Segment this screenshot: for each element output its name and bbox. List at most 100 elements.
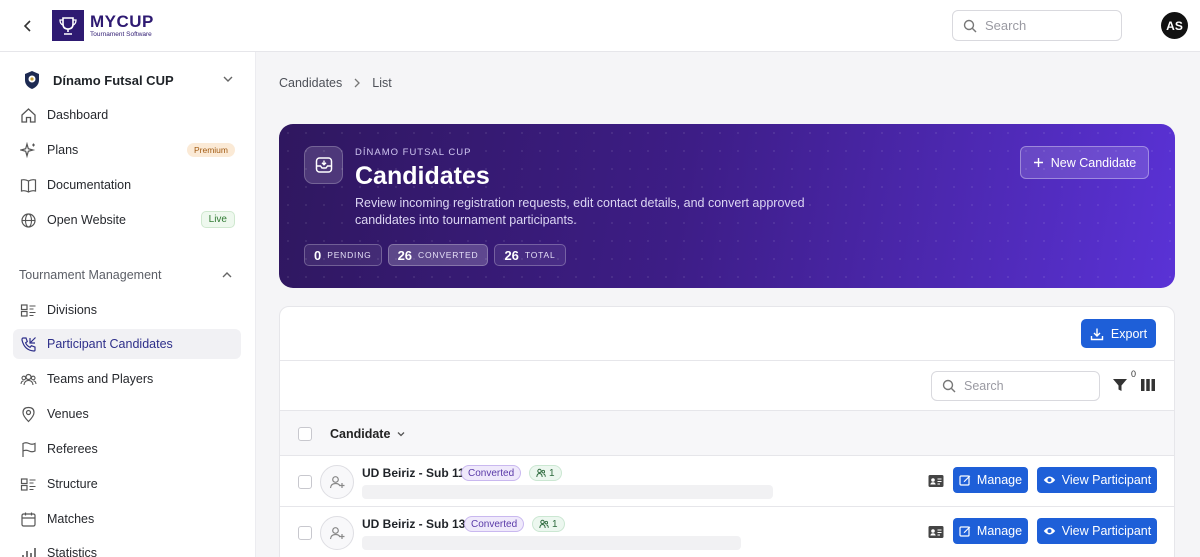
participant-count-badge: 1 — [529, 465, 562, 481]
back-button[interactable] — [16, 14, 40, 38]
participant-count: 1 — [549, 467, 555, 479]
stat-label: TOTAL — [524, 250, 556, 260]
page-title: Candidates — [355, 162, 490, 190]
stat-total: 26 TOTAL — [494, 244, 566, 266]
sidebar-item-open-website[interactable]: Open Website Live — [13, 205, 241, 235]
user-plus-icon — [320, 516, 354, 550]
sidebar-item-plans[interactable]: Plans Premium — [13, 135, 241, 165]
candidate-name[interactable]: UD Beiriz - Sub 13 — [362, 517, 465, 531]
table-row: UD Beiriz - Sub 13 Converted 1 Manage Vi… — [280, 507, 1174, 557]
sidebar-item-structure[interactable]: Structure — [13, 469, 241, 499]
sidebar-item-teams-and-players[interactable]: Teams and Players — [13, 364, 241, 394]
candidates-card: Export 0 Candidate UD Beiriz - Sub 11 Co… — [279, 306, 1175, 557]
stat-converted: 26 CONVERTED — [387, 244, 489, 266]
stat-label: PENDING — [327, 250, 372, 260]
view-participant-label: View Participant — [1061, 473, 1152, 487]
chevron-right-icon — [354, 78, 361, 88]
brand-name: MYCUP — [90, 11, 154, 31]
page-hero: DÍNAMO FUTSAL CUP Candidates Review inco… — [279, 124, 1175, 288]
search-icon — [963, 19, 977, 32]
users-icon — [19, 370, 37, 388]
book-icon — [19, 176, 37, 194]
candidate-name[interactable]: UD Beiriz - Sub 11 — [362, 466, 465, 480]
view-participant-button[interactable]: View Participant — [1037, 518, 1157, 544]
stat-label: CONVERTED — [418, 250, 479, 260]
sidebar-item-statistics[interactable]: Statistics — [13, 538, 241, 557]
hero-eyebrow: DÍNAMO FUTSAL CUP — [355, 147, 472, 158]
sidebar-item-label: Statistics — [47, 546, 98, 557]
sidebar-item-label: Dashboard — [47, 108, 109, 122]
sidebar-item-referees[interactable]: Referees — [13, 434, 241, 464]
inbox-icon — [304, 146, 343, 184]
row-checkbox[interactable] — [298, 475, 312, 489]
table-search-input[interactable] — [964, 379, 1084, 393]
global-search-input[interactable] — [985, 18, 1105, 33]
chevron-up-icon — [222, 272, 232, 278]
id-card-icon[interactable] — [928, 474, 944, 488]
column-header-label: Candidate — [330, 427, 391, 441]
sidebar-item-matches[interactable]: Matches — [13, 504, 241, 534]
globe-icon — [19, 211, 37, 229]
sidebar-item-label: Venues — [47, 407, 89, 421]
eye-icon — [1043, 476, 1055, 484]
premium-badge: Premium — [186, 143, 235, 157]
trophy-icon — [52, 10, 84, 41]
select-all-checkbox[interactable] — [298, 427, 312, 441]
app-logo[interactable]: MYCUP Tournament Software — [52, 10, 154, 41]
layout-icon — [19, 475, 37, 493]
manage-button[interactable]: Manage — [953, 518, 1028, 544]
sidebar-item-label: Divisions — [47, 303, 98, 317]
sidebar-item-documentation[interactable]: Documentation — [13, 170, 241, 200]
section-tournament-management[interactable]: Tournament Management — [19, 266, 233, 284]
chevron-down-icon — [223, 76, 233, 82]
new-candidate-label: New Candidate — [1050, 155, 1137, 170]
sidebar-item-participant-candidates[interactable]: Participant Candidates — [13, 329, 241, 359]
breadcrumb: Candidates List — [279, 76, 392, 90]
sidebar-item-venues[interactable]: Venues — [13, 399, 241, 429]
export-button[interactable]: Export — [1081, 319, 1156, 348]
new-candidate-button[interactable]: New Candidate — [1020, 146, 1149, 179]
search-icon — [942, 379, 956, 393]
brand-subtitle: Tournament Software — [90, 30, 152, 38]
sidebar: Dínamo Futsal CUP Dashboard Plans Premiu… — [0, 52, 256, 557]
sidebar-item-label: Structure — [47, 477, 98, 491]
id-card-icon[interactable] — [928, 525, 944, 539]
home-icon — [19, 106, 37, 124]
sidebar-item-label: Documentation — [47, 178, 132, 192]
organization-switcher[interactable]: Dínamo Futsal CUP — [20, 68, 240, 92]
stat-value: 0 — [314, 247, 322, 263]
columns-icon[interactable] — [1140, 377, 1156, 393]
top-bar: MYCUP Tournament Software AS — [0, 0, 1200, 52]
plus-icon — [1033, 158, 1043, 167]
sidebar-item-label: Plans — [47, 143, 79, 157]
view-participant-button[interactable]: View Participant — [1037, 467, 1157, 493]
organization-name: Dínamo Futsal CUP — [53, 72, 174, 88]
sidebar-item-divisions[interactable]: Divisions — [13, 295, 241, 325]
breadcrumb-parent[interactable]: Candidates — [279, 76, 342, 90]
club-crest-icon — [25, 71, 39, 89]
divider — [280, 360, 1174, 361]
sidebar-item-label: Participant Candidates — [47, 337, 173, 351]
row-detail-placeholder — [362, 536, 741, 550]
column-header-candidate[interactable]: Candidate — [330, 427, 406, 441]
row-detail-placeholder — [362, 485, 773, 499]
table-search[interactable] — [931, 371, 1100, 401]
edit-icon — [959, 475, 971, 486]
filter-icon[interactable] — [1112, 377, 1128, 393]
global-search[interactable] — [952, 10, 1122, 41]
stat-value: 26 — [397, 247, 413, 263]
sidebar-item-label: Teams and Players — [47, 372, 154, 386]
sidebar-item-dashboard[interactable]: Dashboard — [13, 100, 241, 130]
user-avatar[interactable]: AS — [1161, 12, 1188, 39]
participant-count: 1 — [552, 518, 558, 530]
table-row: UD Beiriz - Sub 11 Converted 1 Manage Vi… — [280, 456, 1174, 507]
manage-button[interactable]: Manage — [953, 467, 1028, 493]
download-icon — [1090, 328, 1104, 340]
edit-icon — [959, 526, 971, 537]
stat-pending: 0 PENDING — [304, 244, 382, 266]
section-title: Tournament Management — [19, 268, 162, 282]
user-plus-icon — [320, 465, 354, 499]
row-checkbox[interactable] — [298, 526, 312, 540]
stat-value: 26 — [504, 247, 519, 263]
users-icon — [536, 468, 546, 478]
